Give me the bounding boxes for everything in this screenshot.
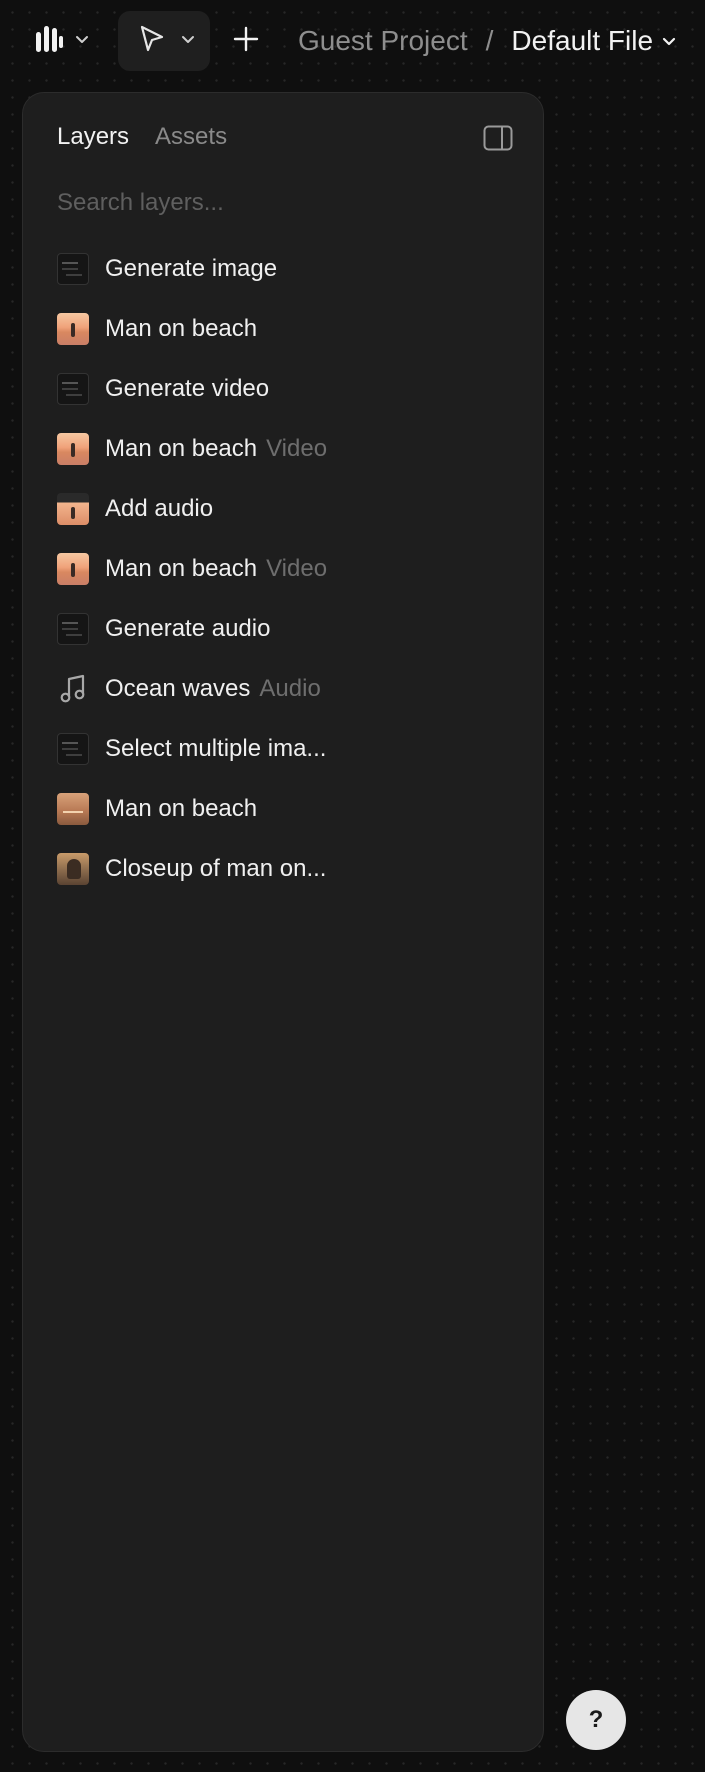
layer-name: Man on beach <box>105 435 258 462</box>
layer-name: Generate image <box>105 255 278 282</box>
layer-name: Ocean waves <box>105 675 251 702</box>
file-menu-button[interactable]: Default File <box>511 25 677 57</box>
layer-type-label: Video <box>266 435 328 462</box>
layer-name: Man on beach <box>105 795 258 822</box>
layer-item[interactable]: Select multiple ima... <box>57 719 517 779</box>
layer-item[interactable]: Man on beach Video <box>57 419 517 479</box>
tab-layers[interactable]: Layers <box>57 123 129 151</box>
breadcrumb-project[interactable]: Guest Project <box>298 25 468 57</box>
layer-thumbnail <box>57 373 89 405</box>
layer-thumbnail <box>57 853 89 885</box>
tab-assets[interactable]: Assets <box>155 123 227 151</box>
layer-thumbnail <box>57 613 89 645</box>
cursor-pointer-icon <box>138 24 166 59</box>
layer-thumbnail <box>57 253 89 285</box>
layer-name: Man on beach <box>105 315 258 342</box>
layer-list: Generate image Man on beach Generate video… <box>57 239 517 899</box>
layer-name: Closeup of man on... <box>105 855 327 882</box>
layer-name: Select multiple ima... <box>105 735 327 762</box>
top-toolbar: Guest Project / Default File <box>0 0 705 82</box>
layer-type-label: Video <box>266 555 328 582</box>
layer-type-label: Audio <box>259 675 321 702</box>
brand-logo-icon <box>34 24 64 59</box>
breadcrumb-file: Default File <box>511 25 654 56</box>
layer-thumbnail <box>57 493 89 525</box>
breadcrumb: Guest Project / Default File <box>298 20 677 62</box>
panel-tabs: Layers Assets <box>57 123 227 151</box>
chevron-down-icon <box>180 31 196 52</box>
layer-item[interactable]: Generate video <box>57 359 517 419</box>
chevron-down-icon <box>74 31 90 52</box>
plus-icon <box>233 26 259 57</box>
search-layers-input[interactable] <box>57 183 497 223</box>
layer-name: Generate video <box>105 375 270 402</box>
layer-item[interactable]: Man on beach <box>57 779 517 839</box>
layer-item[interactable]: Generate image <box>57 239 517 299</box>
layer-item[interactable]: Man on beach Video <box>57 539 517 599</box>
app-menu-button[interactable] <box>34 20 104 62</box>
select-tool-button[interactable] <box>118 11 210 71</box>
music-note-icon <box>57 673 89 705</box>
chevron-down-icon <box>661 33 677 49</box>
help-button[interactable]: ? <box>566 1690 626 1750</box>
layer-thumbnail <box>57 733 89 765</box>
layer-thumbnail <box>57 433 89 465</box>
layer-name: Generate audio <box>105 615 271 642</box>
sidebar-toggle-button[interactable] <box>483 125 513 151</box>
layer-thumbnail <box>57 793 89 825</box>
layer-item[interactable]: Add audio <box>57 479 517 539</box>
layer-thumbnail <box>57 553 89 585</box>
add-button[interactable] <box>228 20 264 62</box>
layers-panel: Layers Assets Generate image Man on beach… <box>22 92 544 1752</box>
layer-name: Man on beach <box>105 555 258 582</box>
breadcrumb-separator: / <box>485 25 494 56</box>
sidebar-toggle-icon <box>483 125 513 155</box>
layer-item[interactable]: Ocean waves Audio <box>57 659 517 719</box>
layer-item[interactable]: Closeup of man on... <box>57 839 517 899</box>
layer-item[interactable]: Man on beach <box>57 299 517 359</box>
layer-thumbnail <box>57 313 89 345</box>
layer-item[interactable]: Generate audio <box>57 599 517 659</box>
layer-name: Add audio <box>105 495 214 522</box>
